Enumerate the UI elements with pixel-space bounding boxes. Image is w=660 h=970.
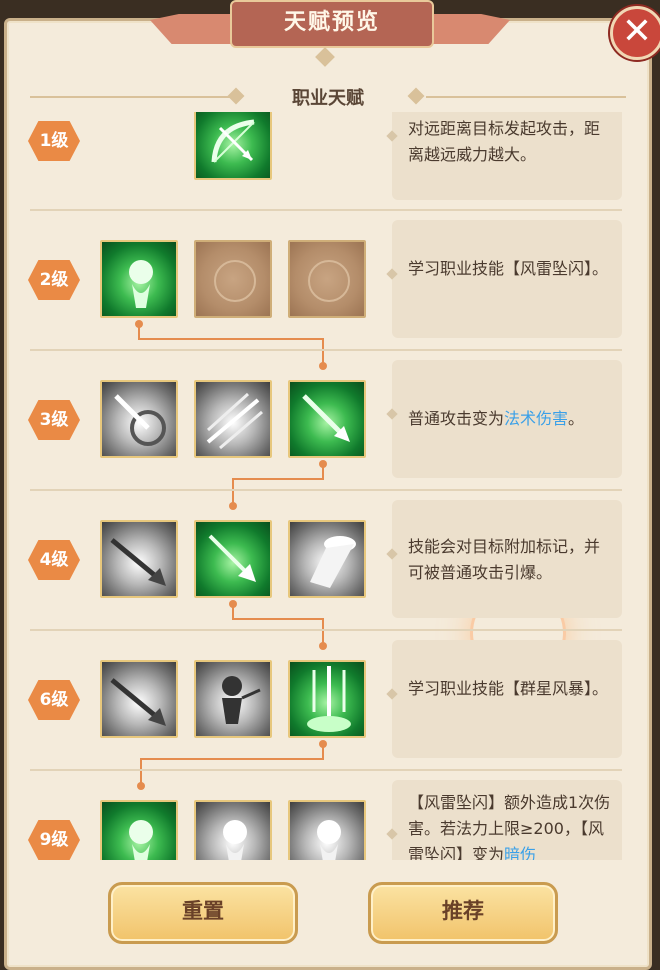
talent-description: 学习职业技能【风雷坠闪】。 xyxy=(386,220,622,338)
description-text: 学习职业技能【风雷坠闪】。 xyxy=(408,259,609,278)
talent-description: 普通攻击变为法术伤害。 xyxy=(386,360,622,478)
star-arrow-rain-icon[interactable] xyxy=(288,660,366,738)
close-icon: ✕ xyxy=(621,11,653,52)
light-beam-icon[interactable] xyxy=(288,520,366,598)
description-text: 学习职业技能【群星风暴】。 xyxy=(408,679,609,698)
dark-damage-highlight: 暗伤 xyxy=(504,845,537,860)
archer-figure-icon[interactable] xyxy=(194,660,272,738)
section-header: 职业天赋 xyxy=(30,84,626,110)
description-text: 对远距离目标发起攻击，距离越远威力越大。 xyxy=(408,119,601,164)
level-badge: 6级 xyxy=(28,680,80,720)
recommend-button[interactable]: 推荐 xyxy=(368,882,558,944)
talent-description: 技能会对目标附加标记，并可被普通攻击引爆。 xyxy=(386,500,622,618)
green-arrow-strike-icon[interactable] xyxy=(288,380,366,458)
locked-slot-icon[interactable] xyxy=(288,240,366,318)
spear-strike-icon[interactable] xyxy=(100,660,178,738)
gray-figure-icon[interactable] xyxy=(194,800,272,860)
level-badge: 2级 xyxy=(28,260,80,300)
level-badge: 1级 xyxy=(28,121,80,161)
close-button[interactable]: ✕ xyxy=(610,6,660,60)
section-title: 职业天赋 xyxy=(292,88,364,109)
arrow-target-icon[interactable] xyxy=(100,380,178,458)
talent-row-6: 6级 学习职业技能【群星风暴】。 xyxy=(6,629,642,770)
talent-description: 对远距离目标发起攻击，距离越远威力越大。 xyxy=(386,112,622,200)
green-arrow-burst-icon[interactable] xyxy=(194,520,272,598)
spear-strike-icon[interactable] xyxy=(100,520,178,598)
magic-damage-highlight: 法术伤害 xyxy=(504,409,569,428)
talent-rows[interactable]: 1级 对远距离目标发起攻击，距离越远威力越大。 2级 学习职业技能【风雷坠闪】。 xyxy=(6,112,642,860)
talent-row-9: 9级 【风雷坠闪】额外造成1次伤害。若法力上限≥200，【风雷坠闪】变为暗伤 xyxy=(6,769,642,860)
talent-description: 【风雷坠闪】额外造成1次伤害。若法力上限≥200，【风雷坠闪】变为暗伤 xyxy=(386,780,622,860)
level-badge: 3级 xyxy=(28,400,80,440)
talent-row-4: 4级 技能会对目标附加标记，并可被普通攻击引爆。 xyxy=(6,489,642,630)
description-text: 【风雷坠闪】额外造成1次伤害。若法力上限≥200，【风雷坠闪】变为暗伤 xyxy=(408,790,612,860)
wind-thunder-figure-icon[interactable] xyxy=(100,800,178,860)
bow-icon[interactable] xyxy=(194,112,272,180)
gray-figure-icon[interactable] xyxy=(288,800,366,860)
page-title: 天赋预览 xyxy=(283,10,380,35)
description-text: 普通攻击变为法术伤害。 xyxy=(408,409,585,428)
locked-slot-icon[interactable] xyxy=(194,240,272,318)
title-banner: 天赋预览 xyxy=(150,0,510,52)
level-badge: 4级 xyxy=(28,540,80,580)
level-badge: 9级 xyxy=(28,820,80,860)
description-text: 技能会对目标附加标记，并可被普通攻击引爆。 xyxy=(408,537,601,582)
reset-button[interactable]: 重置 xyxy=(108,882,298,944)
talent-row-2: 2级 学习职业技能【风雷坠闪】。 xyxy=(6,209,642,350)
triple-arrow-icon[interactable] xyxy=(194,380,272,458)
talent-row-3: 3级 普通攻击变为法术伤害。 xyxy=(6,349,642,490)
talent-description: 学习职业技能【群星风暴】。 xyxy=(386,640,622,758)
wind-thunder-figure-icon[interactable] xyxy=(100,240,178,318)
talent-row-1: 1级 对远距离目标发起攻击，距离越远威力越大。 xyxy=(6,112,642,222)
